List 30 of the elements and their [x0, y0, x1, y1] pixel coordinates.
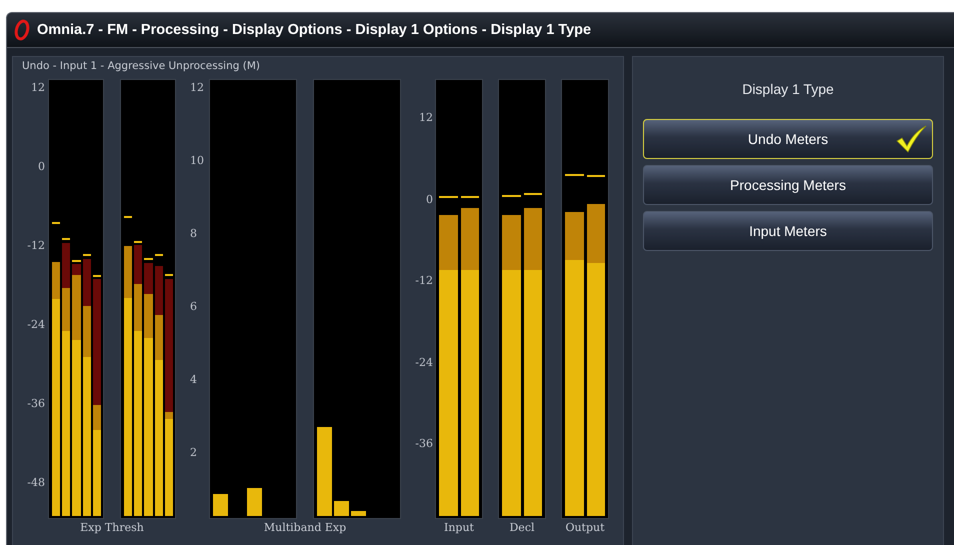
- scale-label: -12: [415, 275, 433, 289]
- scale-label: -48: [27, 477, 45, 491]
- scale-label: -12: [27, 240, 45, 254]
- group-label: Multiband Exp: [264, 521, 346, 534]
- option-button[interactable]: Undo Meters: [643, 119, 933, 159]
- meter-label: Output: [565, 521, 605, 534]
- scale-label: -24: [27, 319, 45, 333]
- scale-label: -24: [415, 356, 433, 370]
- scale-label: 6: [190, 301, 197, 315]
- check-icon: [894, 124, 928, 154]
- window-title: Omnia.7 - FM - Processing - Display Options - Display 1 Options - Display 1 Type: [37, 22, 592, 38]
- option-button[interactable]: Input Meters: [643, 211, 933, 251]
- group-label: Exp Thresh: [80, 521, 144, 534]
- meter-label: Input: [444, 521, 474, 534]
- panel-title: Display 1 Type: [742, 81, 834, 97]
- scale-label: 12: [190, 82, 204, 96]
- scale-label: 4: [190, 374, 197, 388]
- logo-icon: [13, 19, 31, 41]
- scale-label: 12: [419, 112, 433, 126]
- scale-label: 10: [190, 155, 204, 169]
- scale-label: 12: [31, 82, 45, 96]
- scale-label: 2: [190, 447, 197, 461]
- meter-label: Decl: [509, 521, 534, 534]
- scale-label: -36: [415, 438, 433, 452]
- option-button[interactable]: Processing Meters: [643, 165, 933, 205]
- scale-label: 0: [426, 194, 433, 208]
- scale-label: 8: [190, 228, 197, 242]
- scale-label: -36: [27, 398, 45, 412]
- scale-label: 0: [38, 161, 45, 175]
- panel-title: Undo - Input 1 - Aggressive Unprocessing (M): [22, 60, 262, 72]
